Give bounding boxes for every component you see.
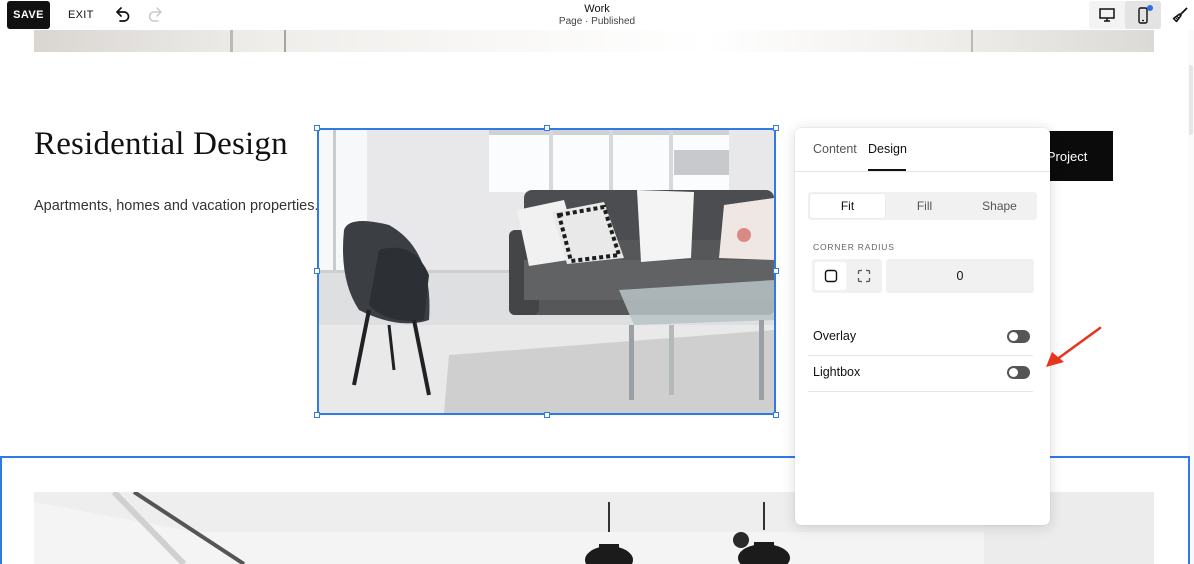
image-fit-control: Fit Fill Shape [808, 192, 1037, 220]
panel-tabs: Content Design [795, 128, 1050, 172]
start-project-button[interactable]: e Project [1040, 131, 1113, 181]
resize-handle-tr[interactable] [773, 125, 779, 131]
resize-handle-tm[interactable] [544, 125, 550, 131]
toggle-knob [1009, 332, 1018, 341]
mobile-view-button[interactable] [1125, 1, 1161, 29]
desktop-icon [1099, 8, 1115, 22]
paintbrush-icon[interactable] [1171, 6, 1189, 24]
overlay-toggle[interactable] [1007, 330, 1030, 343]
lightbox-label: Lightbox [813, 365, 861, 379]
lightbox-toggle[interactable] [1007, 366, 1030, 379]
corners-icon [857, 269, 870, 283]
resize-handle-tl[interactable] [314, 125, 320, 131]
exit-button[interactable]: EXIT [68, 9, 94, 21]
resize-handle-mr[interactable] [773, 268, 779, 274]
device-toggle [1089, 1, 1161, 29]
fit-option[interactable]: Fit [810, 194, 885, 218]
active-tab-indicator [868, 169, 906, 171]
annotation-arrow [1046, 326, 1102, 367]
scrollbar-thumb[interactable] [1189, 65, 1193, 135]
page-title-block: Work Page · Published [0, 3, 1194, 28]
undo-icon[interactable] [113, 6, 131, 24]
hero-image [34, 30, 1154, 52]
corner-radius-input[interactable]: 0 [886, 259, 1034, 293]
resize-handle-bl[interactable] [314, 412, 320, 418]
section-heading[interactable]: Residential Design [34, 126, 288, 163]
selected-image-block[interactable] [317, 128, 776, 415]
resize-handle-ml[interactable] [314, 268, 320, 274]
page-title: Work [584, 3, 610, 15]
overlay-label: Overlay [813, 329, 857, 343]
fill-option[interactable]: Fill [887, 192, 962, 220]
living-room-image [319, 130, 774, 413]
resize-handle-bm[interactable] [544, 412, 550, 418]
section-description[interactable]: Apartments, homes and vacation propertie… [34, 198, 319, 214]
tab-design[interactable]: Design [868, 142, 907, 156]
corner-radius-row: 0 [812, 259, 1034, 293]
redo-icon[interactable] [147, 6, 165, 24]
individual-corners-button[interactable] [848, 262, 879, 290]
corner-radius-label: CORNER RADIUS [813, 242, 895, 252]
save-button[interactable]: SAVE [7, 1, 50, 29]
lightbox-row: Lightbox [808, 355, 1033, 392]
editor-toolbar: SAVE EXIT Work Page · Published [0, 0, 1194, 30]
tab-content[interactable]: Content [813, 142, 857, 156]
image-design-panel: Content Design Fit Fill Shape CORNER RAD… [795, 128, 1050, 525]
toggle-knob [1009, 368, 1018, 377]
desktop-view-button[interactable] [1089, 1, 1125, 29]
corner-radius-mode [812, 259, 882, 293]
page-status: Page · Published [558, 16, 636, 27]
notification-dot [1147, 5, 1153, 11]
resize-handle-br[interactable] [773, 412, 779, 418]
overlay-row: Overlay [808, 319, 1033, 356]
shape-option[interactable]: Shape [962, 192, 1037, 220]
uniform-radius-button[interactable] [815, 262, 846, 290]
rounded-square-icon [824, 269, 837, 283]
